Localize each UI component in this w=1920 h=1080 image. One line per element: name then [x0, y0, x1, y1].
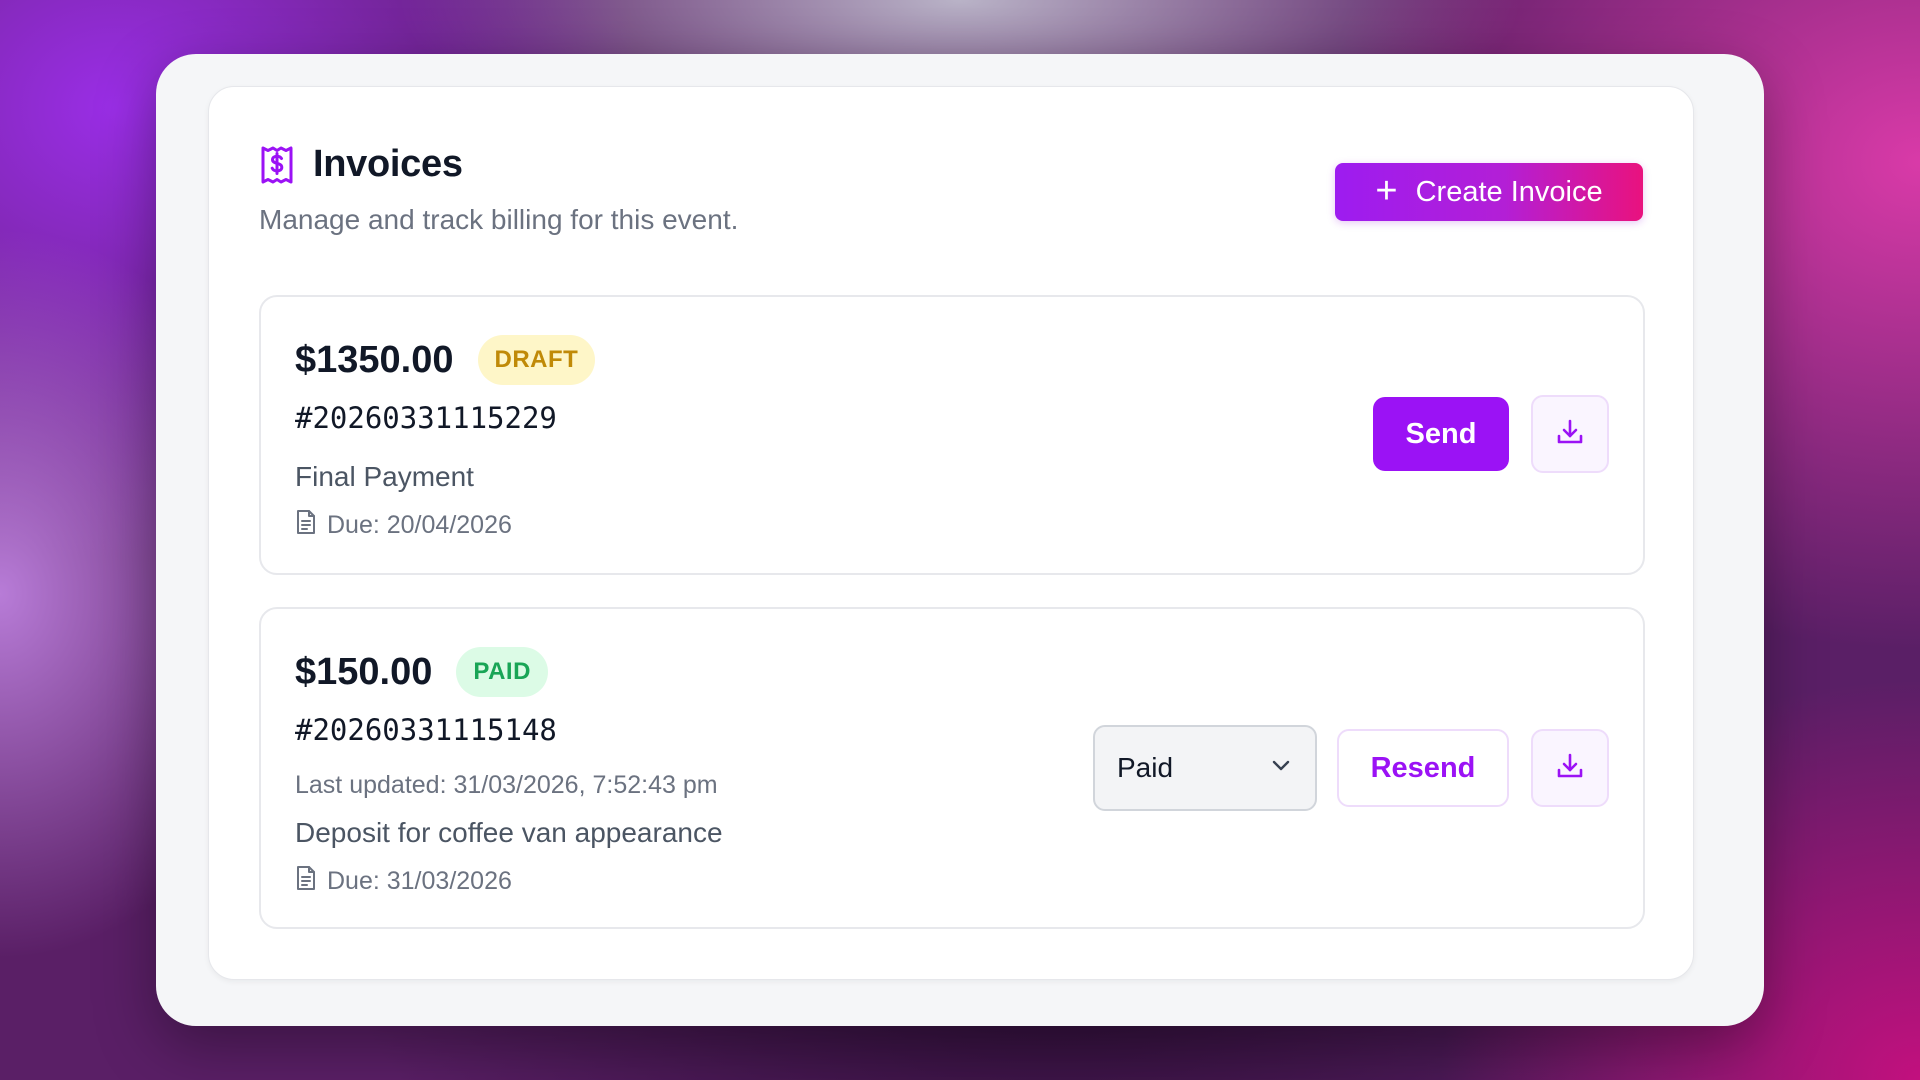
status-select-value: Paid [1117, 752, 1174, 783]
title-row: Invoices [259, 143, 738, 186]
invoice-description: Deposit for coffee van appearance [295, 817, 723, 848]
create-invoice-button[interactable]: + Create Invoice [1335, 163, 1643, 221]
invoice-number: #20260331115148 [295, 713, 557, 747]
due-date-row: Due: 31/03/2026 [295, 865, 512, 898]
send-button[interactable]: Send [1373, 397, 1509, 471]
create-invoice-label: Create Invoice [1415, 175, 1603, 208]
invoice-description: Final Payment [295, 461, 474, 492]
status-badge: PAID [456, 647, 548, 697]
due-date: Due: 20/04/2026 [327, 511, 512, 539]
amount-row: $150.00 PAID [295, 647, 548, 697]
document-icon [295, 509, 317, 542]
page-title: Invoices [313, 143, 463, 185]
invoice-amount: $1350.00 [295, 338, 454, 381]
due-date-row: Due: 20/04/2026 [295, 509, 512, 542]
resend-button[interactable]: Resend [1337, 729, 1509, 807]
page-subtitle: Manage and track billing for this event. [259, 204, 739, 235]
download-icon [1554, 750, 1586, 787]
download-button[interactable] [1531, 729, 1609, 807]
chevron-down-icon [1269, 752, 1293, 784]
invoice-number: #20260331115229 [295, 401, 557, 435]
app-window: Invoices Manage and track billing for th… [156, 54, 1764, 1026]
status-select[interactable]: Paid [1093, 725, 1317, 811]
invoice-card: $150.00 PAID #20260331115148 Last update… [259, 607, 1645, 929]
plus-icon: + [1375, 169, 1398, 212]
status-badge: DRAFT [477, 335, 596, 385]
due-date: Due: 31/03/2026 [327, 867, 512, 895]
invoices-panel: Invoices Manage and track billing for th… [208, 86, 1694, 980]
last-updated: Last updated: 31/03/2026, 7:52:43 pm [295, 771, 718, 799]
receipt-dollar-icon [259, 145, 295, 185]
download-icon [1554, 416, 1586, 453]
document-icon [295, 865, 317, 898]
download-button[interactable] [1531, 395, 1609, 473]
amount-row: $1350.00 DRAFT [295, 335, 596, 385]
invoice-amount: $150.00 [295, 650, 433, 693]
invoice-card: $1350.00 DRAFT #20260331115229 Final Pay… [259, 295, 1645, 575]
invoices-header: Invoices Manage and track billing for th… [259, 143, 738, 236]
